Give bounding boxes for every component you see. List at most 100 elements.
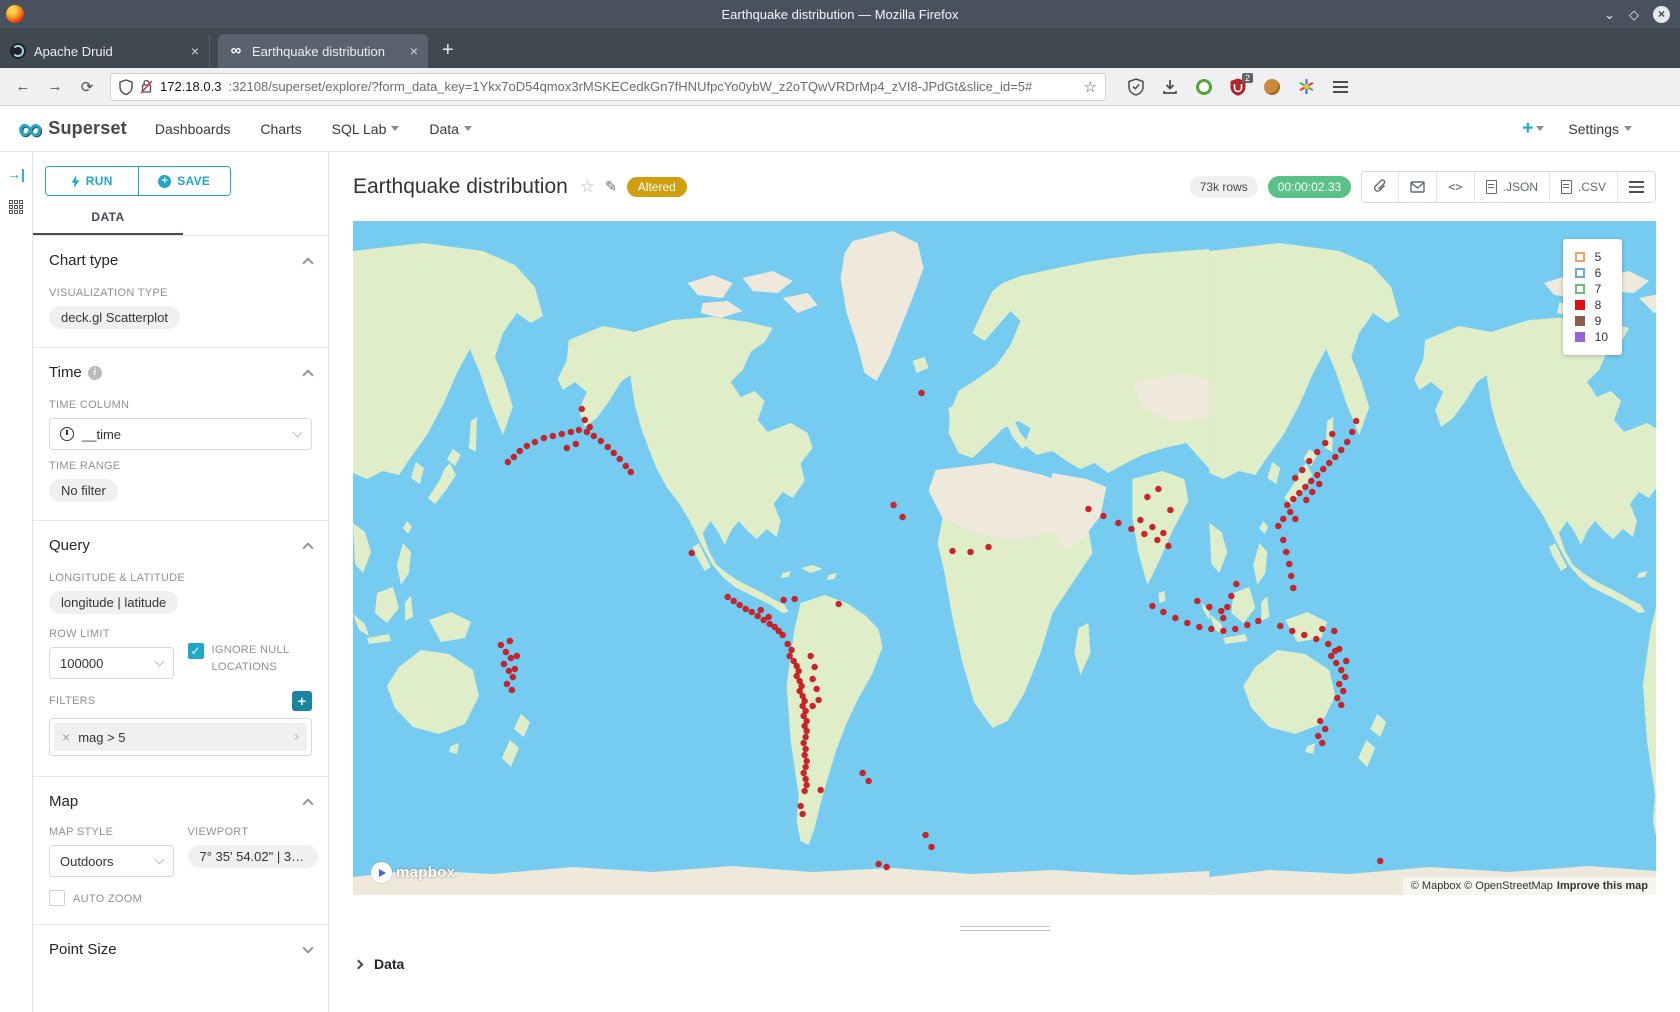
nav-data[interactable]: Data <box>429 121 472 137</box>
earthquake-point[interactable] <box>517 448 523 454</box>
remove-filter-icon[interactable]: × <box>62 729 70 745</box>
earthquake-point[interactable] <box>507 638 513 644</box>
earthquake-point[interactable] <box>810 703 816 709</box>
earthquake-point[interactable] <box>512 666 518 672</box>
new-tab-button[interactable]: + <box>442 39 454 62</box>
earthquake-point[interactable] <box>1309 489 1315 495</box>
earthquake-point[interactable] <box>1115 520 1121 526</box>
earthquake-point[interactable] <box>579 406 585 412</box>
earthquake-point[interactable] <box>803 734 809 740</box>
share-link-button[interactable] <box>1362 172 1398 202</box>
earthquake-point[interactable] <box>804 728 810 734</box>
earthquake-point[interactable] <box>591 433 597 439</box>
earthquake-point[interactable] <box>900 514 906 520</box>
earthquake-point[interactable] <box>1275 523 1281 529</box>
earthquake-point[interactable] <box>1218 608 1224 614</box>
earthquake-point[interactable] <box>587 424 593 430</box>
earthquake-point[interactable] <box>803 764 809 770</box>
add-filter-button[interactable]: + <box>292 691 312 711</box>
earthquake-point[interactable] <box>766 614 772 620</box>
window-maximize-icon[interactable]: ◇ <box>1629 8 1639 21</box>
earthquake-point[interactable] <box>1287 509 1293 515</box>
earthquake-point[interactable] <box>1196 624 1202 630</box>
earthquake-point[interactable] <box>564 445 570 451</box>
pocket-shield-icon[interactable] <box>1126 77 1146 97</box>
earthquake-point[interactable] <box>1128 526 1134 532</box>
earthquake-point[interactable] <box>950 548 956 554</box>
menu-hamburger-icon[interactable] <box>1330 77 1350 97</box>
earthquake-point[interactable] <box>576 427 582 433</box>
earthquake-point[interactable] <box>1220 615 1226 621</box>
section-header-map[interactable]: Map <box>49 777 312 826</box>
earthquake-point[interactable] <box>1315 733 1321 739</box>
deckgl-map[interactable]: 5678910 mapbox © Mapbox © OpenStreetMapI… <box>353 221 1656 895</box>
earthquake-point[interactable] <box>1290 496 1296 502</box>
earthquake-point[interactable] <box>810 676 816 682</box>
earthquake-point[interactable] <box>731 598 737 604</box>
extension-asterisk-icon[interactable] <box>1296 77 1316 97</box>
earthquake-point[interactable] <box>505 459 511 465</box>
earthquake-point[interactable] <box>1292 475 1298 481</box>
earthquake-point[interactable] <box>737 602 743 608</box>
earthquake-point[interactable] <box>986 544 992 550</box>
time-range-value[interactable]: No filter <box>49 479 118 502</box>
earthquake-point[interactable] <box>524 443 530 449</box>
viewport-value[interactable]: 7° 35' 54.02" | 31... <box>188 845 318 868</box>
earthquake-point[interactable] <box>1331 628 1337 634</box>
earthquake-point[interactable] <box>1332 454 1338 460</box>
dataset-grid-icon[interactable] <box>9 200 23 214</box>
earthquake-point[interactable] <box>568 429 574 435</box>
ublock-extension-icon[interactable]: 2 <box>1228 77 1248 97</box>
earthquake-point[interactable] <box>808 653 814 659</box>
earthquake-point[interactable] <box>1206 604 1212 610</box>
mapbox-logo[interactable]: mapbox <box>371 862 455 883</box>
earthquake-point[interactable] <box>923 832 929 838</box>
email-button[interactable] <box>1398 172 1436 202</box>
run-button[interactable]: RUN <box>46 167 138 195</box>
earthquake-point[interactable] <box>1301 632 1307 638</box>
forward-button[interactable]: → <box>42 74 68 100</box>
earthquake-point[interactable] <box>1144 494 1150 500</box>
earthquake-point[interactable] <box>532 439 538 445</box>
auto-zoom-checkbox[interactable] <box>49 890 65 906</box>
earthquake-point[interactable] <box>801 740 807 746</box>
earthquake-point[interactable] <box>503 649 509 655</box>
cookie-extension-icon[interactable] <box>1262 77 1282 97</box>
section-header-time[interactable]: Timei <box>49 348 312 397</box>
earthquake-point[interactable] <box>1314 449 1320 455</box>
earthquake-point[interactable] <box>1154 537 1160 543</box>
earthquake-point[interactable] <box>1137 517 1143 523</box>
earthquake-point[interactable] <box>1149 603 1155 609</box>
earthquake-point[interactable] <box>1340 688 1346 694</box>
earthquake-point[interactable] <box>1232 626 1238 632</box>
earthquake-point[interactable] <box>1319 626 1325 632</box>
earthquake-point[interactable] <box>1322 726 1328 732</box>
earthquake-point[interactable] <box>1333 660 1339 666</box>
earthquake-point[interactable] <box>1377 858 1383 864</box>
earthquake-point[interactable] <box>1286 561 1292 567</box>
legend-item[interactable]: 8 <box>1575 297 1608 313</box>
earthquake-point[interactable] <box>1326 460 1332 466</box>
earthquake-point[interactable] <box>573 441 579 447</box>
earthquake-point[interactable] <box>1306 458 1312 464</box>
earthquake-point[interactable] <box>785 641 791 647</box>
earthquake-point[interactable] <box>1289 628 1295 634</box>
earthquake-point[interactable] <box>1320 466 1326 472</box>
earthquake-point[interactable] <box>802 752 808 758</box>
earthquake-point[interactable] <box>725 594 731 600</box>
more-options-button[interactable] <box>1617 172 1655 202</box>
earthquake-point[interactable] <box>803 746 809 752</box>
earthquake-point[interactable] <box>1165 543 1171 549</box>
earthquake-point[interactable] <box>511 454 517 460</box>
nav-dashboards[interactable]: Dashboards <box>155 121 231 137</box>
earthquake-point[interactable] <box>541 435 547 441</box>
earthquake-point[interactable] <box>758 607 764 613</box>
ghostery-extension-icon[interactable] <box>1194 77 1214 97</box>
embed-code-button[interactable]: <> <box>1436 172 1473 202</box>
earthquake-point[interactable] <box>1155 486 1161 492</box>
bookmark-star-icon[interactable]: ☆ <box>1084 78 1097 96</box>
filter-chip[interactable]: × mag > 5 › <box>54 723 307 751</box>
earthquake-point[interactable] <box>801 770 807 776</box>
chevron-right-icon[interactable]: › <box>294 728 299 746</box>
legend-item[interactable]: 5 <box>1575 249 1608 265</box>
